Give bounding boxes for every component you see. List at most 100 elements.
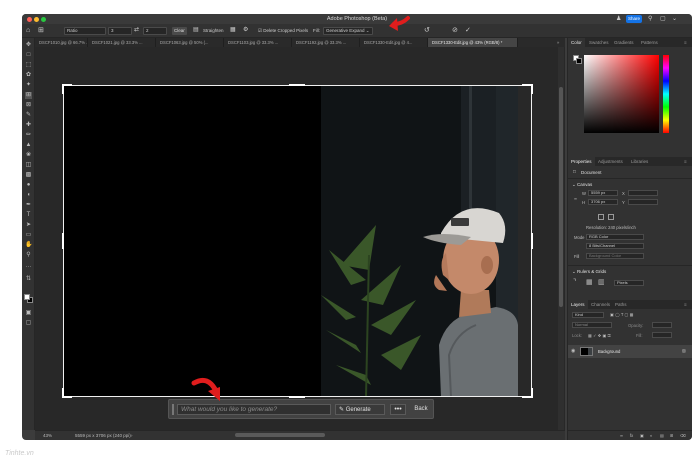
task-bar-drag-handle[interactable]	[172, 404, 174, 415]
crop-tool-icon[interactable]: ⊞	[38, 26, 44, 35]
crop-handle-top-right[interactable]	[531, 84, 533, 94]
fill-select[interactable]: Background Color	[586, 253, 644, 259]
panel-menu-icon[interactable]: ≡	[681, 157, 690, 166]
crop-handle-bottom-right[interactable]	[531, 388, 533, 398]
more-options-button[interactable]: •••	[390, 404, 406, 415]
generate-prompt-input[interactable]: What would you like to generate?	[177, 404, 331, 415]
canvas-height-field[interactable]: 3706 px	[588, 199, 618, 205]
fill-select[interactable]: Generative Expand ⌄	[323, 27, 373, 35]
link-dimensions-icon[interactable]: ∞	[574, 196, 577, 201]
history-brush-tool-icon[interactable]: ❀	[25, 152, 32, 159]
status-chevron-icon[interactable]: ›	[131, 431, 133, 440]
brush-tool-icon[interactable]: ✏	[25, 132, 32, 139]
lock-icons[interactable]: ▦ ✓ ✥ ▣ ⚿	[588, 333, 611, 338]
eyedropper-tool-icon[interactable]: ✎	[25, 112, 32, 119]
doc-tab[interactable]: DSCF1010.jpg @ 66.7% ...	[35, 38, 88, 47]
move-tool-icon[interactable]: ✥	[25, 42, 32, 49]
doc-tab[interactable]: DSCF1021.jpg @ 33.3% ...	[88, 38, 156, 47]
commit-icon[interactable]: ✓	[465, 26, 471, 35]
blend-mode-select[interactable]: Normal	[572, 322, 612, 328]
opacity-field[interactable]	[652, 322, 672, 328]
tab-paths[interactable]: Paths	[612, 300, 630, 309]
new-layer-icon[interactable]: ⊞	[670, 433, 674, 438]
pen-tool-icon[interactable]: ✒	[25, 202, 32, 209]
doc-tab[interactable]: DSCF1330-Edit.jpg @ 4...	[360, 38, 428, 47]
quick-mask-icon[interactable]: ▣	[25, 310, 32, 317]
share-button[interactable]: Share	[626, 15, 642, 23]
gradient-tool-icon[interactable]: ▩	[25, 172, 32, 179]
tabs-overflow-icon[interactable]: »	[553, 38, 565, 47]
crop-tool-icon[interactable]: ⊞	[25, 92, 32, 99]
canvas-width-field[interactable]: 5559 px	[588, 190, 618, 196]
vertical-scrollbar[interactable]	[558, 47, 564, 430]
layer-filter-kind[interactable]: Kind	[572, 312, 604, 318]
dodge-tool-icon[interactable]: ◖	[25, 192, 32, 199]
edit-toolbar-icon[interactable]: ⇅	[25, 276, 32, 283]
marquee-tool-icon[interactable]: ⬚	[25, 62, 32, 69]
crop-handle-bottom-left[interactable]	[62, 388, 64, 398]
zoom-tool-icon[interactable]: ⚲	[25, 252, 32, 259]
object-select-tool-icon[interactable]: ✦	[25, 82, 32, 89]
portrait-orientation-icon[interactable]	[598, 214, 604, 220]
workspace-icon[interactable]: ▢	[660, 15, 666, 22]
vertical-scrollbar-thumb[interactable]	[559, 87, 563, 307]
ratio-height-field[interactable]: 2	[143, 27, 167, 35]
tab-swatches[interactable]: Swatches	[586, 38, 612, 47]
overlay-grid-icon[interactable]: ▦	[230, 26, 236, 35]
ratio-select[interactable]: Ratio	[64, 27, 106, 35]
type-tool-icon[interactable]: T	[25, 212, 32, 219]
back-button[interactable]: Back	[410, 404, 432, 415]
crop-handle-top[interactable]	[289, 84, 305, 86]
color-picker-field[interactable]	[584, 55, 659, 133]
canvas-y-field[interactable]	[628, 199, 658, 205]
tab-adjustments[interactable]: Adjustments	[595, 157, 626, 166]
guides-icon[interactable]: ▥	[598, 278, 605, 286]
blur-tool-icon[interactable]: ●	[25, 182, 32, 189]
panel-menu-icon[interactable]: ≡	[681, 300, 690, 309]
document-dimensions[interactable]: 5559 px x 3706 px (240 ppi)	[75, 431, 131, 440]
more-tools-icon[interactable]: ···	[25, 264, 32, 271]
shape-tool-icon[interactable]: ▭	[25, 232, 32, 239]
search-icon[interactable]: ⚲	[648, 15, 652, 22]
ruler-icon[interactable]: ⌝	[573, 278, 576, 286]
cancel-icon[interactable]: ⊘	[452, 26, 458, 35]
layer-row-background[interactable]: ◉ Background ▨	[568, 345, 692, 358]
landscape-orientation-icon[interactable]	[608, 214, 614, 220]
stamp-tool-icon[interactable]: ▲	[25, 142, 32, 149]
rulers-section-toggle[interactable]: ⌄ Rulers & Grids	[572, 269, 606, 275]
panel-menu-icon[interactable]: ≡	[681, 38, 690, 47]
link-layers-icon[interactable]: ∞	[620, 433, 623, 438]
hand-tool-icon[interactable]: ✋	[25, 242, 32, 249]
zoom-level[interactable]: 43%	[43, 431, 52, 440]
eraser-tool-icon[interactable]: ◫	[25, 162, 32, 169]
ruler-units-select[interactable]: Pixels	[614, 280, 644, 286]
eye-icon[interactable]: ◉	[571, 348, 575, 354]
color-mode-select[interactable]: RGB Color	[586, 234, 644, 240]
hue-slider[interactable]	[663, 55, 669, 133]
user-icon[interactable]: ♟	[616, 15, 621, 22]
mask-icon[interactable]: ▣	[640, 433, 644, 438]
tab-gradients[interactable]: Gradients	[611, 38, 637, 47]
crop-handle-left[interactable]	[62, 233, 64, 249]
artboard-tool-icon[interactable]: □	[25, 52, 32, 59]
crop-handle-right[interactable]	[531, 233, 533, 249]
tab-layers[interactable]: Layers	[568, 300, 588, 309]
tab-channels[interactable]: Channels	[588, 300, 613, 309]
straighten-icon[interactable]: ▤	[193, 26, 199, 35]
doc-tab[interactable]: DSCF1063.jpg @ 50% (...	[156, 38, 224, 47]
horizontal-scrollbar-thumb[interactable]	[235, 433, 325, 437]
straighten-label[interactable]: Straighten	[203, 28, 224, 33]
doc-tab-active[interactable]: DSCF1330-Edit.jpg @ 43% (RGB/8) *	[428, 38, 518, 47]
delete-cropped-checkbox[interactable]: ☑ Delete Cropped Pixels	[258, 28, 308, 34]
reset-icon[interactable]: ↺	[424, 26, 430, 35]
crop-handle-bottom[interactable]	[289, 396, 305, 398]
tab-patterns[interactable]: Patterns	[638, 38, 661, 47]
folder-icon[interactable]: ▤	[660, 433, 664, 438]
fx-icon[interactable]: fx	[630, 433, 633, 438]
healing-tool-icon[interactable]: ✚	[25, 122, 32, 129]
tab-color[interactable]: Color	[568, 38, 585, 47]
color-bg-swatch[interactable]	[576, 58, 582, 64]
canvas-section-toggle[interactable]: ⌄ Canvas	[572, 182, 592, 188]
canvas-area[interactable]: What would you like to generate? ✎ Gener…	[35, 47, 565, 430]
bit-depth-select[interactable]: 8 Bits/Channel	[586, 243, 644, 249]
